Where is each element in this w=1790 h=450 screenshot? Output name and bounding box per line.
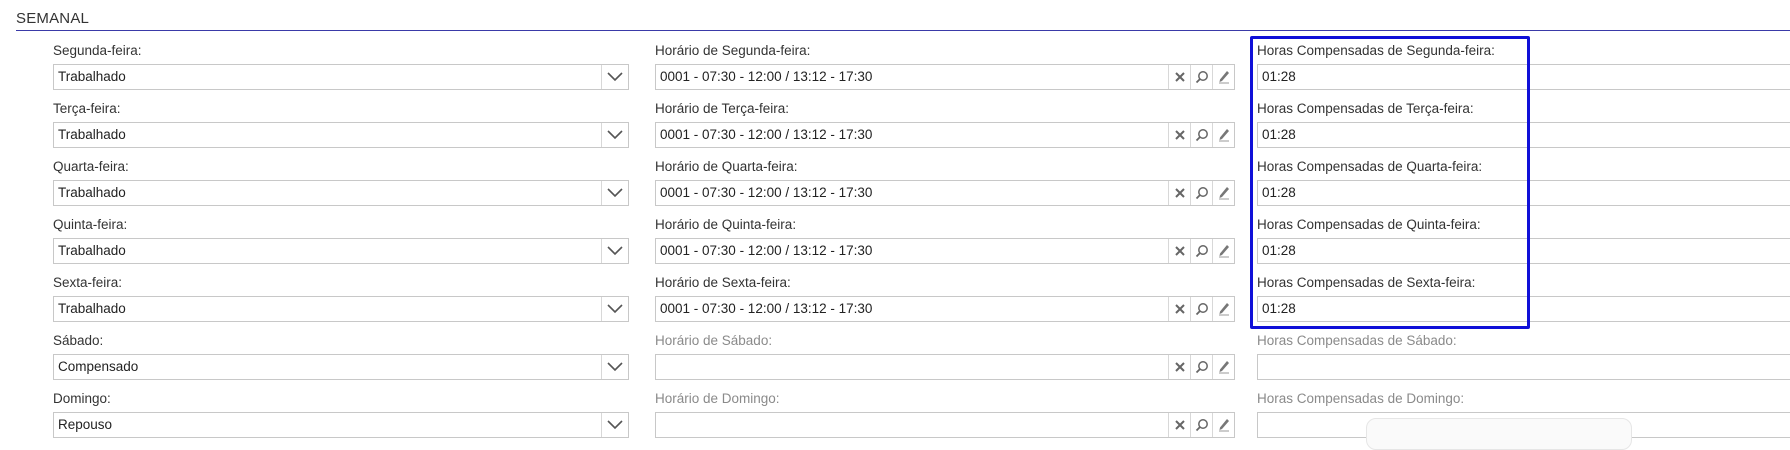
pencil-icon[interactable] [1212,413,1234,437]
compensated-hours-label: Horas Compensadas de Sábado: [1257,333,1457,348]
schedule-label: Horário de Terça-feira: [655,101,790,116]
pencil-icon[interactable] [1212,123,1234,147]
search-icon[interactable] [1190,123,1212,147]
day-type-value: Repouso [58,417,113,432]
compensated-hours-input[interactable]: 01:28 [1257,180,1790,206]
schedule-value: 0001 - 07:30 - 12:00 / 13:12 - 17:30 [660,243,873,258]
schedule-label: Horário de Quarta-feira: [655,159,798,174]
compensated-hours-input[interactable]: 01:28 [1257,296,1790,322]
schedule-input[interactable]: 0001 - 07:30 - 12:00 / 13:12 - 17:30 [655,180,1235,206]
section-title: SEMANAL [16,10,90,27]
compensated-hours-value: 01:28 [1262,243,1296,258]
schedule-input[interactable] [655,412,1235,438]
schedule-input[interactable]: 0001 - 07:30 - 12:00 / 13:12 - 17:30 [655,122,1235,148]
chevron-down-icon[interactable] [601,181,628,205]
schedule-actions [1168,65,1234,89]
compensated-hours-input[interactable]: 01:28 [1257,122,1790,148]
day-label: Sábado: [53,333,104,348]
schedule-actions [1168,181,1234,205]
search-icon[interactable] [1190,355,1212,379]
chevron-down-icon[interactable] [601,355,628,379]
schedule-label: Horário de Domingo: [655,391,780,406]
schedule-input[interactable]: 0001 - 07:30 - 12:00 / 13:12 - 17:30 [655,64,1235,90]
compensated-hours-value: 01:28 [1262,127,1296,142]
day-type-value: Trabalhado [58,127,126,142]
day-type-select[interactable]: Repouso [53,412,629,438]
day-type-select[interactable]: Compensado [53,354,629,380]
search-icon[interactable] [1190,297,1212,321]
day-type-value: Trabalhado [58,243,126,258]
schedule-value: 0001 - 07:30 - 12:00 / 13:12 - 17:30 [660,301,873,316]
compensated-hours-label: Horas Compensadas de Quinta-feira: [1257,217,1481,232]
close-icon[interactable] [1168,297,1190,321]
schedule-input[interactable] [655,354,1235,380]
chevron-down-icon[interactable] [601,413,628,437]
schedule-value: 0001 - 07:30 - 12:00 / 13:12 - 17:30 [660,185,873,200]
schedule-actions [1168,413,1234,437]
day-label: Quinta-feira: [53,217,128,232]
floating-panel-edge [1366,418,1632,450]
compensated-hours-value: 01:28 [1262,301,1296,316]
pencil-icon[interactable] [1212,65,1234,89]
day-type-select[interactable]: Trabalhado [53,180,629,206]
chevron-down-icon[interactable] [601,123,628,147]
day-type-select[interactable]: Trabalhado [53,238,629,264]
day-type-select[interactable]: Trabalhado [53,64,629,90]
schedule-label: Horário de Segunda-feira: [655,43,811,58]
pencil-icon[interactable] [1212,181,1234,205]
schedule-actions [1168,239,1234,263]
day-label: Segunda-feira: [53,43,142,58]
close-icon[interactable] [1168,355,1190,379]
day-type-select[interactable]: Trabalhado [53,122,629,148]
day-type-value: Trabalhado [58,69,126,84]
compensated-hours-label: Horas Compensadas de Sexta-feira: [1257,275,1476,290]
day-label: Sexta-feira: [53,275,123,290]
compensated-hours-label: Horas Compensadas de Terça-feira: [1257,101,1474,116]
compensated-hours-input[interactable] [1257,354,1790,380]
compensated-hours-label: Horas Compensadas de Quarta-feira: [1257,159,1483,174]
compensated-hours-input[interactable]: 01:28 [1257,64,1790,90]
compensated-hours-label: Horas Compensadas de Segunda-feira: [1257,43,1495,58]
day-label: Quarta-feira: [53,159,129,174]
close-icon[interactable] [1168,181,1190,205]
schedule-label: Horário de Sábado: [655,333,773,348]
schedule-input[interactable]: 0001 - 07:30 - 12:00 / 13:12 - 17:30 [655,238,1235,264]
day-type-value: Trabalhado [58,185,126,200]
schedule-input[interactable]: 0001 - 07:30 - 12:00 / 13:12 - 17:30 [655,296,1235,322]
schedule-label: Horário de Quinta-feira: [655,217,797,232]
day-label: Domingo: [53,391,111,406]
search-icon[interactable] [1190,413,1212,437]
search-icon[interactable] [1190,239,1212,263]
compensated-hours-label: Horas Compensadas de Domingo: [1257,391,1465,406]
close-icon[interactable] [1168,65,1190,89]
close-icon[interactable] [1168,413,1190,437]
chevron-down-icon[interactable] [601,65,628,89]
schedule-value: 0001 - 07:30 - 12:00 / 13:12 - 17:30 [660,69,873,84]
schedule-actions [1168,123,1234,147]
pencil-icon[interactable] [1212,239,1234,263]
compensated-hours-value: 01:28 [1262,185,1296,200]
schedule-value: 0001 - 07:30 - 12:00 / 13:12 - 17:30 [660,127,873,142]
schedule-label: Horário de Sexta-feira: [655,275,791,290]
pencil-icon[interactable] [1212,355,1234,379]
chevron-down-icon[interactable] [601,239,628,263]
day-type-value: Trabalhado [58,301,126,316]
search-icon[interactable] [1190,65,1212,89]
compensated-hours-input[interactable]: 01:28 [1257,238,1790,264]
close-icon[interactable] [1168,123,1190,147]
schedule-actions [1168,297,1234,321]
pencil-icon[interactable] [1212,297,1234,321]
chevron-down-icon[interactable] [601,297,628,321]
section-divider [16,30,1790,31]
schedule-actions [1168,355,1234,379]
day-label: Terça-feira: [53,101,121,116]
day-type-value: Compensado [58,359,139,374]
compensated-hours-value: 01:28 [1262,69,1296,84]
search-icon[interactable] [1190,181,1212,205]
close-icon[interactable] [1168,239,1190,263]
day-type-select[interactable]: Trabalhado [53,296,629,322]
